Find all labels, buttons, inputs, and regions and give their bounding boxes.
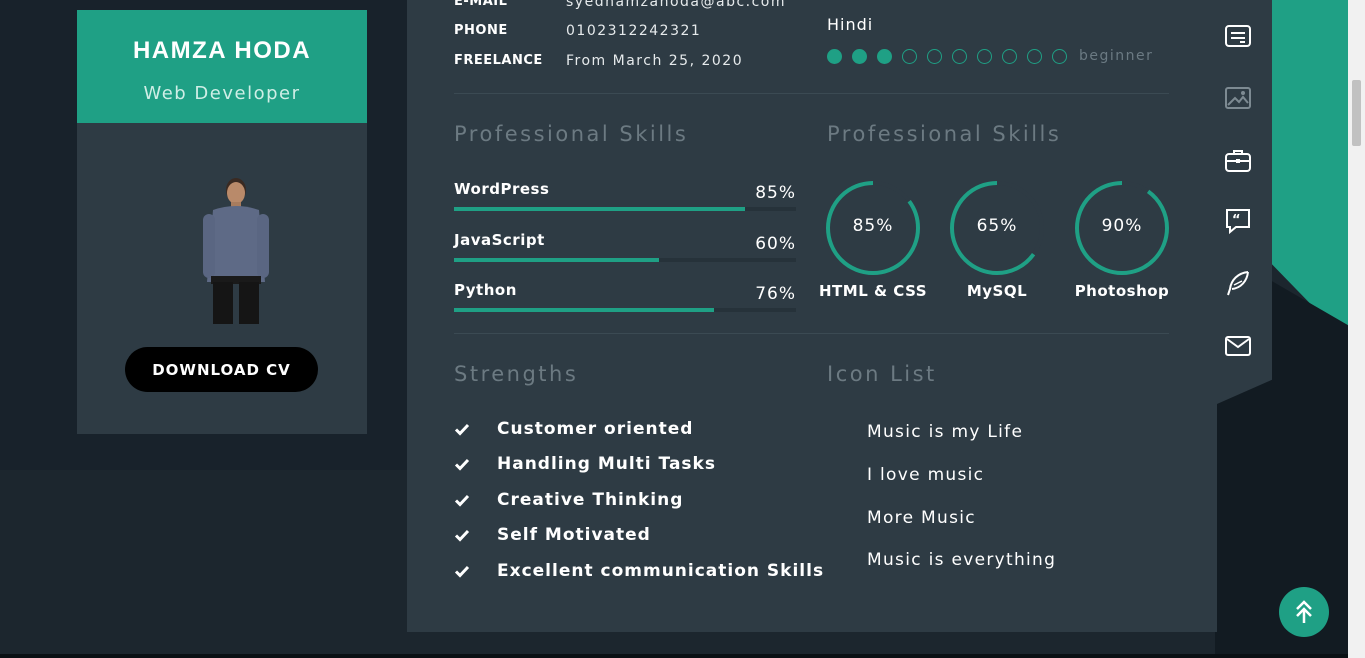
section-title-strengths: Strengths [454, 362, 579, 386]
profile-card: HAMZA HODA Web Developer DOWNLOAD CV [77, 10, 367, 434]
quote-bubble-icon[interactable]: “ [1224, 207, 1252, 235]
circle-skill: 85% HTML & CSS [819, 180, 927, 300]
strength-text: Self Motivated [497, 525, 651, 545]
section-title-skills: Professional Skills [454, 122, 689, 146]
check-icon [454, 529, 470, 542]
resume-icon[interactable] [1224, 22, 1252, 50]
portfolio-image-icon[interactable] [1224, 84, 1252, 112]
language-dot [1052, 48, 1067, 64]
check-icon [454, 565, 470, 578]
strength-item: Customer oriented [454, 417, 693, 441]
language-level: beginner [1079, 48, 1154, 64]
page-scrollbar[interactable] [1348, 0, 1365, 658]
check-icon [454, 458, 470, 471]
circle-label: Photoshop [1074, 282, 1170, 300]
bottom-strip [0, 654, 1348, 658]
skill-fill [454, 207, 745, 211]
profile-name: HAMZA HODA [132, 37, 312, 64]
skill-name: WordPress [454, 180, 550, 198]
skill-percent: 60% [755, 234, 796, 254]
check-icon [454, 423, 470, 436]
info-value: From March 25, 2020 [566, 53, 744, 69]
back-to-top-button[interactable] [1279, 587, 1329, 637]
skill-percent: 76% [755, 284, 796, 304]
language-dot [952, 48, 967, 64]
language-dot [877, 48, 892, 64]
skill-track [454, 207, 796, 211]
circle-percent: 85% [852, 216, 894, 236]
briefcase-icon[interactable] [1224, 146, 1252, 174]
strength-item: Self Motivated [454, 523, 651, 547]
strength-text: Customer oriented [497, 419, 694, 439]
skill-fill [454, 308, 714, 312]
skill-name: Python [454, 281, 517, 299]
skill-track [454, 308, 796, 312]
icon-list-item: I love music [867, 465, 985, 485]
language-rating: beginner [827, 48, 1153, 64]
skill-percent: 85% [755, 183, 796, 203]
circle-label: HTML & CSS [818, 282, 927, 300]
svg-text:“: “ [1232, 213, 1241, 228]
divider [454, 93, 1169, 94]
language-name: Hindi [827, 15, 874, 34]
circle-skill: 90% Photoshop [1074, 180, 1170, 300]
icon-list-item: Music is everything [867, 550, 1057, 570]
info-label: E-MAIL [454, 0, 508, 9]
section-title-icon-list: Icon List [827, 362, 937, 386]
circle-percent: 65% [976, 216, 1018, 236]
divider [454, 333, 1169, 334]
info-value: 0102312242321 [566, 23, 702, 39]
circle-skill: 65% MySQL [949, 180, 1045, 300]
double-arrow-up-icon [1296, 600, 1312, 623]
strength-text: Creative Thinking [497, 490, 684, 510]
info-label: PHONE [454, 23, 508, 38]
scrollbar-thumb[interactable] [1352, 80, 1361, 146]
skill-track [454, 258, 796, 262]
check-icon [454, 494, 470, 507]
strength-item: Excellent communication Skills [454, 559, 824, 583]
circle-percent: 90% [1101, 216, 1143, 236]
icon-list-item: More Music [867, 508, 976, 528]
profile-header: HAMZA HODA Web Developer [77, 10, 367, 123]
envelope-icon[interactable] [1224, 332, 1252, 360]
strength-item: Handling Multi Tasks [454, 452, 716, 476]
language-dot [827, 48, 842, 64]
language-dot [1002, 48, 1017, 64]
strength-item: Creative Thinking [454, 488, 683, 512]
strength-text: Excellent communication Skills [497, 561, 825, 581]
language-dot [852, 48, 867, 64]
skill-name: JavaScript [454, 231, 545, 249]
resume-panel: E-MAIL syedhamzahoda@abc.com PHONE 01023… [407, 0, 1217, 632]
language-dot [927, 48, 942, 64]
download-cv-button[interactable]: DOWNLOAD CV [125, 347, 318, 392]
skill-fill [454, 258, 660, 262]
section-title-skills-circles: Professional Skills [827, 122, 1062, 146]
feather-icon[interactable] [1224, 269, 1252, 297]
icon-list-item: Music is my Life [867, 422, 1024, 442]
circle-label: MySQL [966, 282, 1028, 300]
profile-photo [203, 178, 269, 324]
language-dot [977, 48, 992, 64]
language-dot [902, 48, 917, 64]
strength-text: Handling Multi Tasks [497, 454, 716, 474]
info-label: FREELANCE [454, 53, 543, 68]
info-value[interactable]: syedhamzahoda@abc.com [566, 0, 786, 10]
profile-role: Web Developer [143, 83, 301, 104]
language-dot [1027, 48, 1042, 64]
